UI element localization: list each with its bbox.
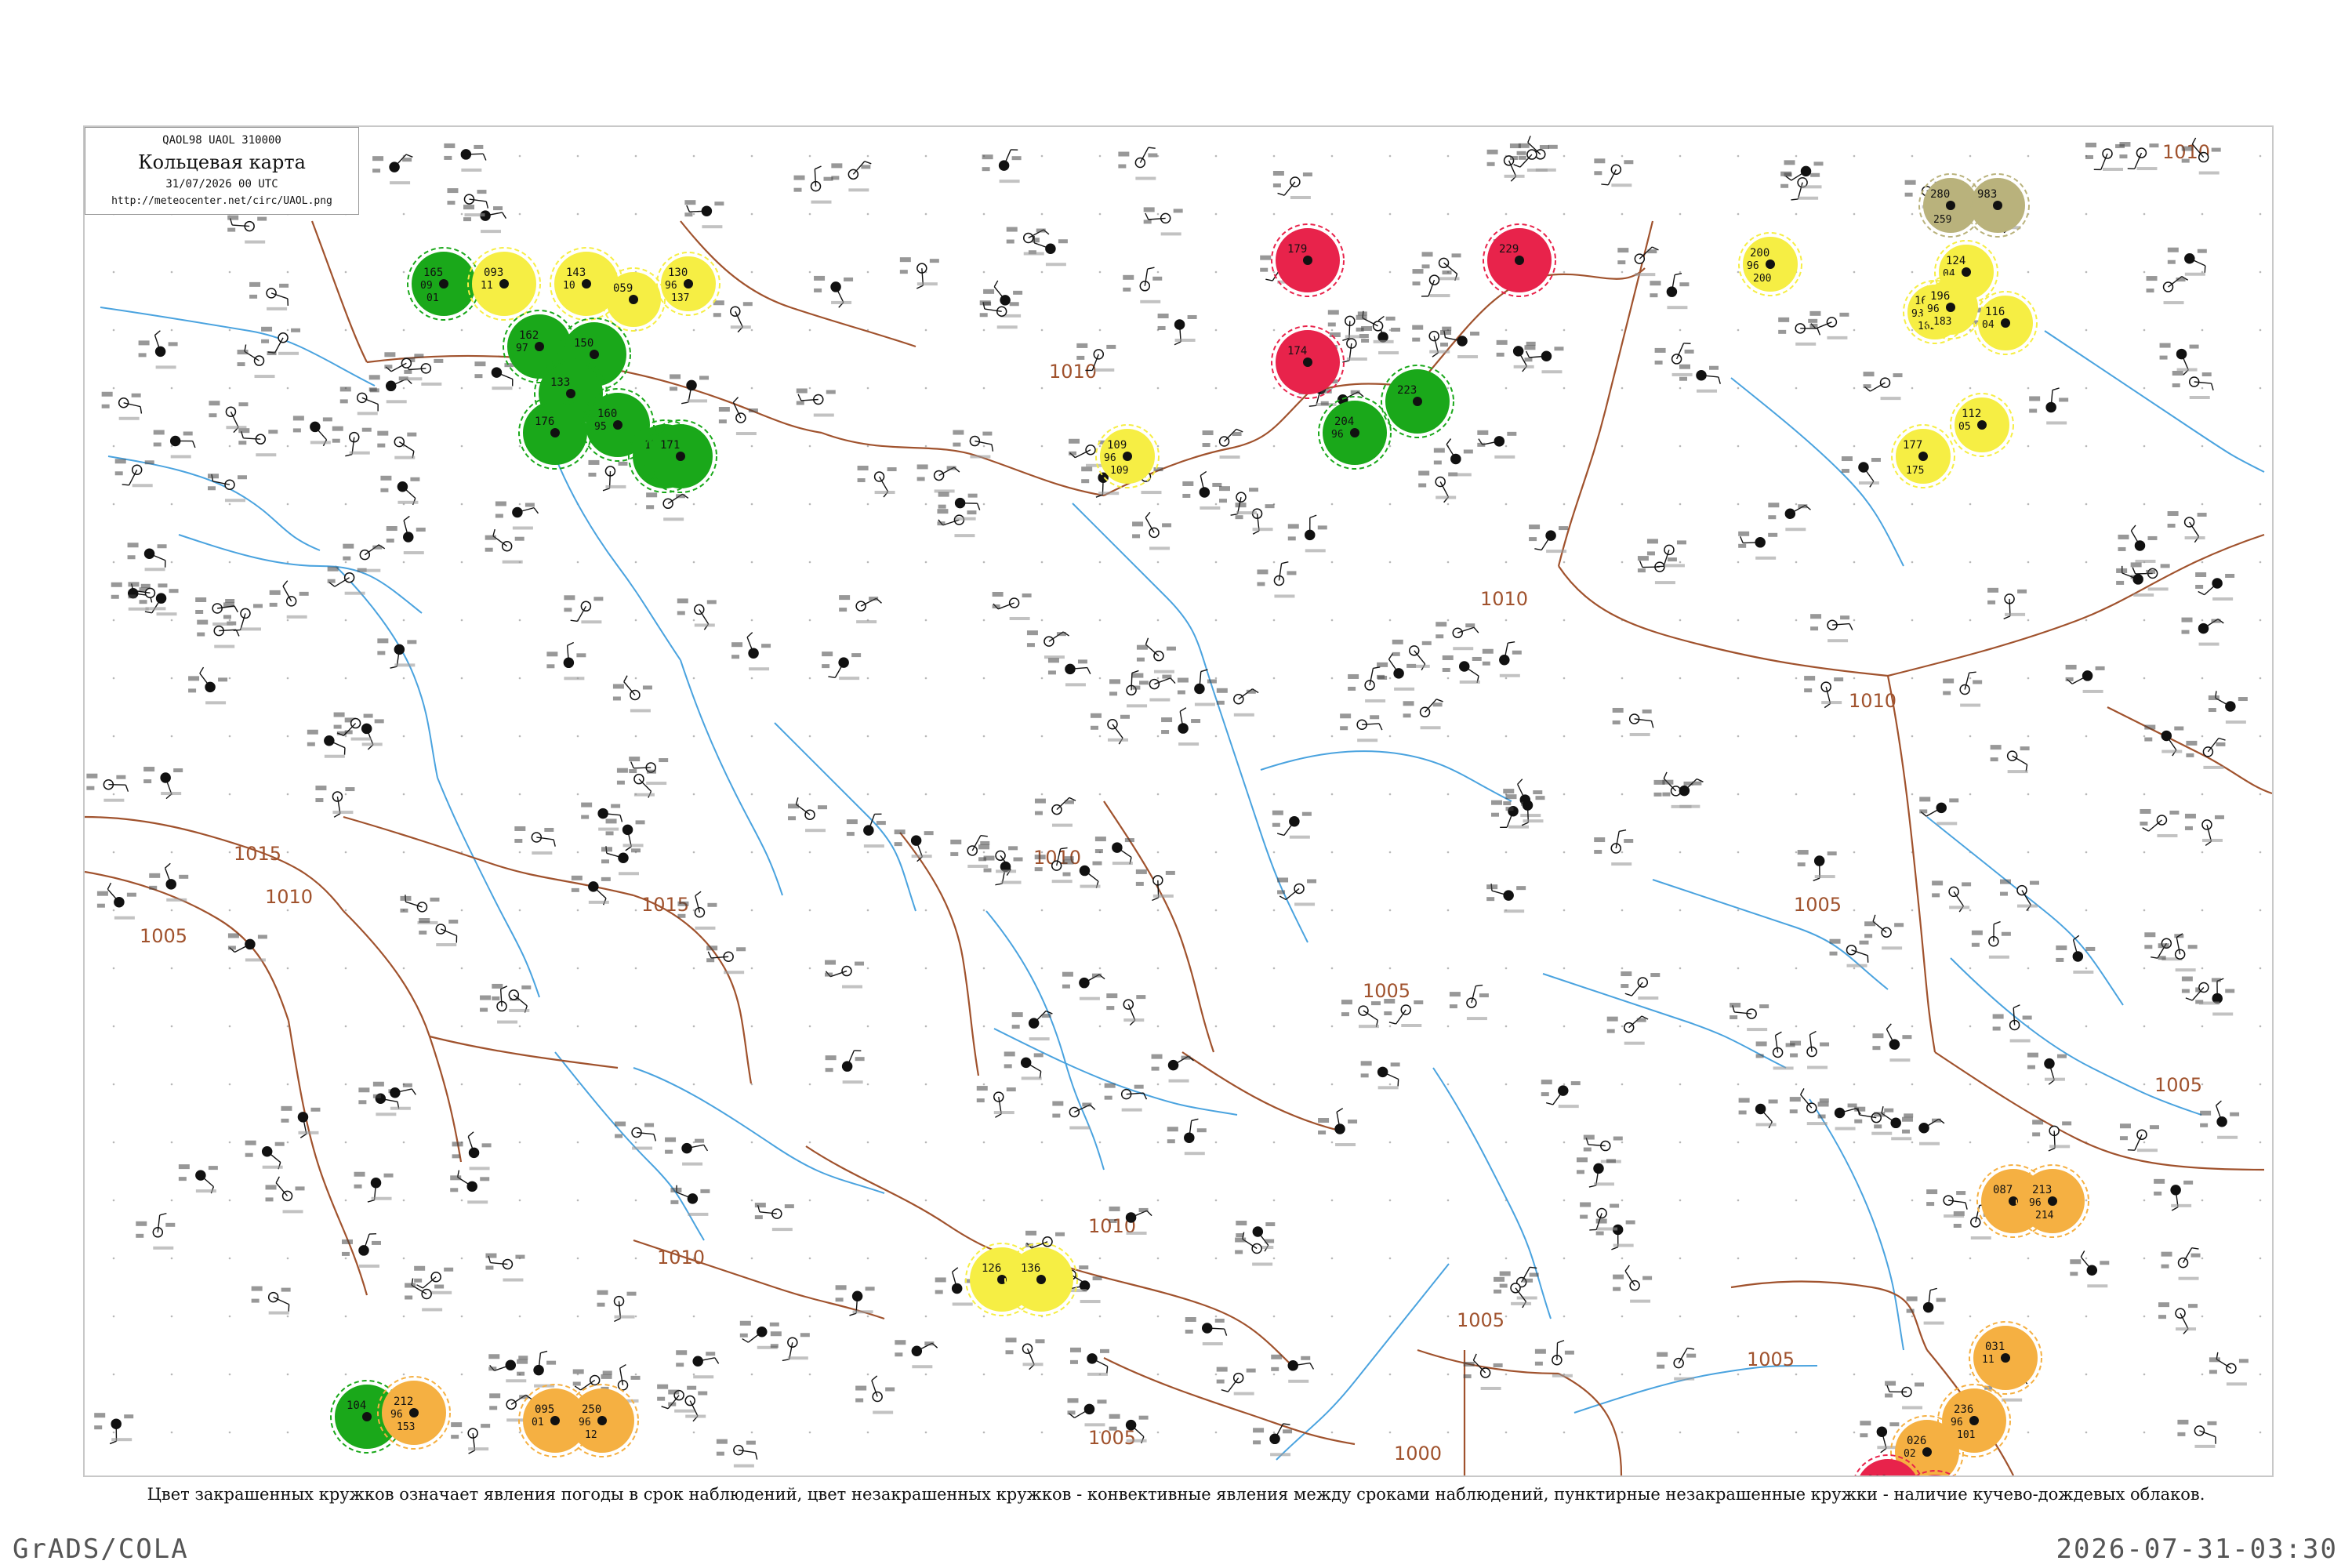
station-value: 259	[1933, 214, 1951, 226]
station-value: 183	[1933, 316, 1951, 328]
station-value: 96	[1747, 260, 1759, 272]
station-value: 153	[397, 1421, 415, 1433]
station-pressure: 109	[1107, 439, 1127, 452]
map-caption: Цвет закрашенных кружков означает явлени…	[147, 1485, 2205, 1504]
station-pressure: 095	[535, 1403, 554, 1416]
station-pressure: 204	[1334, 416, 1354, 428]
station-value: 05	[1958, 421, 1971, 433]
isobar-label: 1010	[1049, 361, 1097, 383]
station-pressure: 176	[535, 416, 554, 428]
isobar-label: 1000	[1394, 1443, 1442, 1465]
isobar-label: 1010	[1480, 588, 1528, 610]
station-value: 11	[1982, 1354, 1994, 1366]
footer-software-label: GrADS/COLA	[13, 1534, 189, 1565]
station-pressure: 133	[550, 376, 570, 389]
station-pressure: 126	[982, 1262, 1001, 1275]
station-value: 09	[420, 280, 433, 292]
station-value: 04	[1982, 319, 1994, 331]
isobar-label: 1005	[1457, 1309, 1504, 1331]
station-pressure: 026	[1907, 1435, 1926, 1447]
station-pressure: 174	[1287, 345, 1307, 358]
station-value: 11	[481, 280, 493, 292]
map-canvas: 1010 1010 1015 1010 1005 1015 1010 1010 …	[85, 127, 2272, 1475]
station-value: 96	[1104, 452, 1116, 464]
isobar-label: 1010	[1849, 690, 1896, 712]
station-pressure: 223	[1397, 384, 1417, 397]
station-pressure: 160	[597, 408, 617, 420]
station-value: 175	[1906, 465, 1924, 477]
station-pressure: 093	[484, 267, 503, 279]
station-pressure: 229	[1499, 243, 1519, 256]
station-pressure: 143	[566, 267, 586, 279]
station-pressure: 124	[1946, 255, 1965, 267]
isobar-label: 1005	[2154, 1074, 2202, 1096]
station-pressure: 200	[1750, 247, 1769, 260]
station-pressure: 031	[1985, 1341, 2005, 1353]
station-value: 96	[390, 1409, 403, 1421]
map-date: 31/07/2026 00 UTC	[165, 178, 278, 191]
station-value: 137	[671, 292, 689, 304]
station-pressure: 177	[1903, 439, 1922, 452]
station-pressure: 212	[394, 1396, 413, 1408]
station-value: 200	[1753, 273, 1771, 285]
station-value: 96	[1927, 303, 1940, 315]
map-title: Кольцевая карта	[138, 151, 306, 173]
bulletin-code: QAOL98 UAOL 310000	[162, 134, 281, 147]
station-pressure: 112	[1962, 408, 1981, 420]
footer-timestamp: 2026-07-31-03:30	[2056, 1534, 2338, 1565]
station-pressure: 196	[1930, 290, 1950, 303]
station-pressure: 250	[582, 1403, 601, 1416]
isobar-label: 1010	[265, 886, 313, 908]
isobar-label: 1010	[657, 1247, 705, 1269]
weather-map: 1010 1010 1015 1010 1005 1015 1010 1010 …	[83, 125, 2274, 1477]
station-value: 214	[2035, 1210, 2054, 1221]
station-value: 95	[594, 421, 607, 433]
station-pressure: 130	[668, 267, 688, 279]
station-value: 01	[426, 292, 439, 304]
station-value: 12	[585, 1429, 597, 1441]
map-source-url[interactable]: http://meteocenter.net/circ/UAOL.png	[85, 195, 358, 207]
station-pressure: 165	[423, 267, 443, 279]
station-pressure: 171	[660, 439, 680, 452]
map-title-box: QAOL98 UAOL 310000 Кольцевая карта 31/07…	[85, 127, 359, 215]
isobar-label: 1015	[234, 843, 281, 865]
station-value: 01	[532, 1417, 544, 1428]
station-value: 96	[665, 280, 677, 292]
station-value: 96	[579, 1417, 591, 1428]
station-pressure: 150	[574, 337, 593, 350]
station-pressure: 136	[1021, 1262, 1040, 1275]
station-value: 04	[1943, 268, 1955, 280]
station-value: 02	[1904, 1448, 1916, 1460]
isobar-label: 1005	[1363, 980, 1410, 1002]
station-pressure: 104	[347, 1399, 366, 1412]
station-pressure: 059	[613, 282, 633, 295]
isobar-label: 1005	[140, 925, 187, 947]
station-pressure: 236	[1954, 1403, 1973, 1416]
station-value: 96	[1331, 429, 1344, 441]
station-pressure: 162	[519, 329, 539, 342]
station-pressure: 280	[1930, 188, 1950, 201]
station-value: 96	[1951, 1417, 1963, 1428]
station-pressure: 213	[2032, 1184, 2052, 1196]
station-value: 101	[1957, 1429, 1975, 1441]
station-value: 109	[1110, 465, 1128, 477]
station-pressure: 116	[1985, 306, 2005, 318]
station-value: 96	[2029, 1197, 2042, 1209]
station-pressure: 983	[1977, 188, 1997, 201]
station-value: 10	[563, 280, 575, 292]
station-pressure: 179	[1287, 243, 1307, 256]
isobar-label: 1005	[1747, 1348, 1795, 1370]
station-value: 97	[516, 343, 528, 354]
isobar-label: 1005	[1794, 894, 1842, 916]
station-pressure: 087	[1993, 1184, 2013, 1196]
station-pressure: 208	[1867, 1474, 1887, 1475]
